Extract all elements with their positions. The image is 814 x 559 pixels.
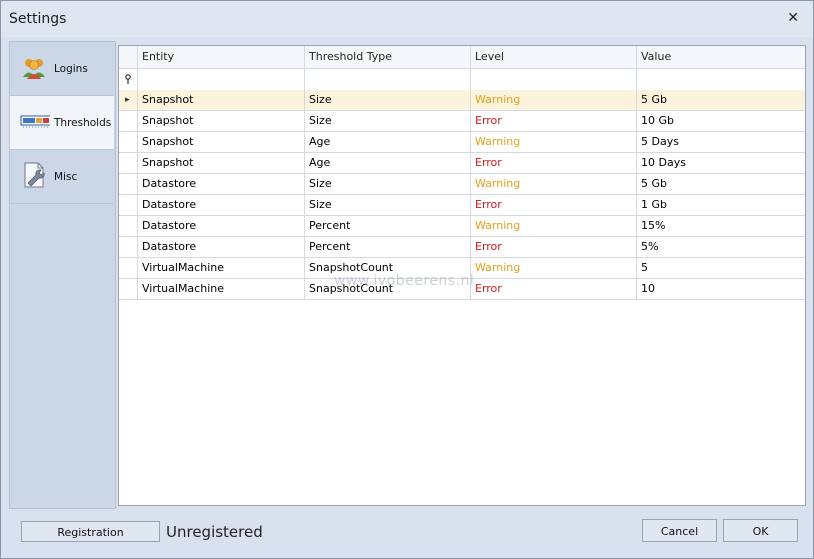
settings-window: Settings ✕ Logins Thresholds Misc Entity… xyxy=(0,0,814,559)
cell-entity[interactable]: Datastore xyxy=(137,195,304,215)
table-row[interactable]: Datastore Percent Error 5% xyxy=(119,237,805,258)
cell-value[interactable]: 10 Days xyxy=(636,153,805,173)
column-header-entity[interactable]: Entity xyxy=(137,46,304,68)
cell-value[interactable]: 5 Gb xyxy=(636,174,805,194)
cell-entity[interactable]: Snapshot xyxy=(137,111,304,131)
grid-header: Entity Threshold Type Level Value xyxy=(119,46,805,69)
cell-entity[interactable]: Datastore xyxy=(137,237,304,257)
cell-threshold-type[interactable]: Age xyxy=(304,132,470,152)
filter-cell-value[interactable] xyxy=(636,69,805,90)
table-row[interactable]: Snapshot Age Warning 5 Days xyxy=(119,132,805,153)
cell-threshold-type[interactable]: Percent xyxy=(304,237,470,257)
cell-value[interactable]: 15% xyxy=(636,216,805,236)
nav-item-label: Thresholds xyxy=(54,117,112,129)
cell-value[interactable]: 5 Gb xyxy=(636,90,805,110)
cell-entity[interactable]: Snapshot xyxy=(137,153,304,173)
filter-pin-icon xyxy=(125,74,131,84)
cell-value[interactable]: 5 Days xyxy=(636,132,805,152)
cell-level[interactable]: Error xyxy=(470,279,636,299)
column-header-threshold-type[interactable]: Threshold Type xyxy=(304,46,470,68)
cell-level[interactable]: Warning xyxy=(470,258,636,278)
cell-level[interactable]: Warning xyxy=(470,216,636,236)
threshold-meter-icon xyxy=(20,115,50,128)
users-icon xyxy=(23,59,45,79)
watermark-text: www.ivobeerens.nl xyxy=(334,273,475,289)
cell-value[interactable]: 5 xyxy=(636,258,805,278)
window-title: Settings xyxy=(9,11,67,27)
cell-level[interactable]: Error xyxy=(470,153,636,173)
table-row[interactable]: Datastore Size Warning 5 Gb xyxy=(119,174,805,195)
cancel-button[interactable]: Cancel xyxy=(642,519,717,542)
cell-level[interactable]: Error xyxy=(470,195,636,215)
auto-filter-row xyxy=(119,69,805,91)
nav-item-logins[interactable]: Logins xyxy=(10,42,114,96)
cell-threshold-type[interactable]: Age xyxy=(304,153,470,173)
cell-value[interactable]: 5% xyxy=(636,237,805,257)
row-indicator-icon: ▸ xyxy=(125,95,130,105)
cell-entity[interactable]: Snapshot xyxy=(137,132,304,152)
table-row[interactable]: ▸ Snapshot Size Warning 5 Gb xyxy=(119,90,805,111)
ok-button[interactable]: OK xyxy=(723,519,798,542)
cell-threshold-type[interactable]: Size xyxy=(304,195,470,215)
filter-cell-entity[interactable] xyxy=(137,69,304,90)
cell-level[interactable]: Error xyxy=(470,237,636,257)
table-row[interactable]: Datastore Percent Warning 15% xyxy=(119,216,805,237)
cell-value[interactable]: 1 Gb xyxy=(636,195,805,215)
cell-entity[interactable]: VirtualMachine xyxy=(137,258,304,278)
filter-cell-threshold-type[interactable] xyxy=(304,69,470,90)
column-header-value[interactable]: Value xyxy=(636,46,805,68)
cell-level[interactable]: Warning xyxy=(470,174,636,194)
registration-button[interactable]: Registration xyxy=(21,521,160,542)
cell-entity[interactable]: Datastore xyxy=(137,174,304,194)
close-icon[interactable]: ✕ xyxy=(787,10,799,26)
cell-threshold-type[interactable]: Size xyxy=(304,111,470,131)
cell-value[interactable]: 10 xyxy=(636,279,805,299)
cell-entity[interactable]: VirtualMachine xyxy=(137,279,304,299)
wrench-document-icon xyxy=(24,162,45,188)
cell-threshold-type[interactable]: Percent xyxy=(304,216,470,236)
cell-level[interactable]: Warning xyxy=(470,90,636,110)
navigation-panel: Logins Thresholds Misc xyxy=(9,41,116,509)
cell-entity[interactable]: Datastore xyxy=(137,216,304,236)
table-row[interactable]: Snapshot Age Error 10 Days xyxy=(119,153,805,174)
nav-item-label: Misc xyxy=(54,171,78,183)
title-bar: Settings ✕ xyxy=(1,1,813,37)
nav-item-thresholds[interactable]: Thresholds xyxy=(10,96,114,150)
nav-item-misc[interactable]: Misc xyxy=(10,150,114,204)
table-row[interactable]: Datastore Size Error 1 Gb xyxy=(119,195,805,216)
filter-cell-level[interactable] xyxy=(470,69,636,90)
cell-threshold-type[interactable]: Size xyxy=(304,174,470,194)
cell-level[interactable]: Error xyxy=(470,111,636,131)
column-header-level[interactable]: Level xyxy=(470,46,636,68)
nav-item-label: Logins xyxy=(54,63,88,75)
registration-status: Unregistered xyxy=(166,523,263,541)
cell-threshold-type[interactable]: Size xyxy=(304,90,470,110)
cell-value[interactable]: 10 Gb xyxy=(636,111,805,131)
cell-level[interactable]: Warning xyxy=(470,132,636,152)
cell-entity[interactable]: Snapshot xyxy=(137,90,304,110)
table-row[interactable]: Snapshot Size Error 10 Gb xyxy=(119,111,805,132)
